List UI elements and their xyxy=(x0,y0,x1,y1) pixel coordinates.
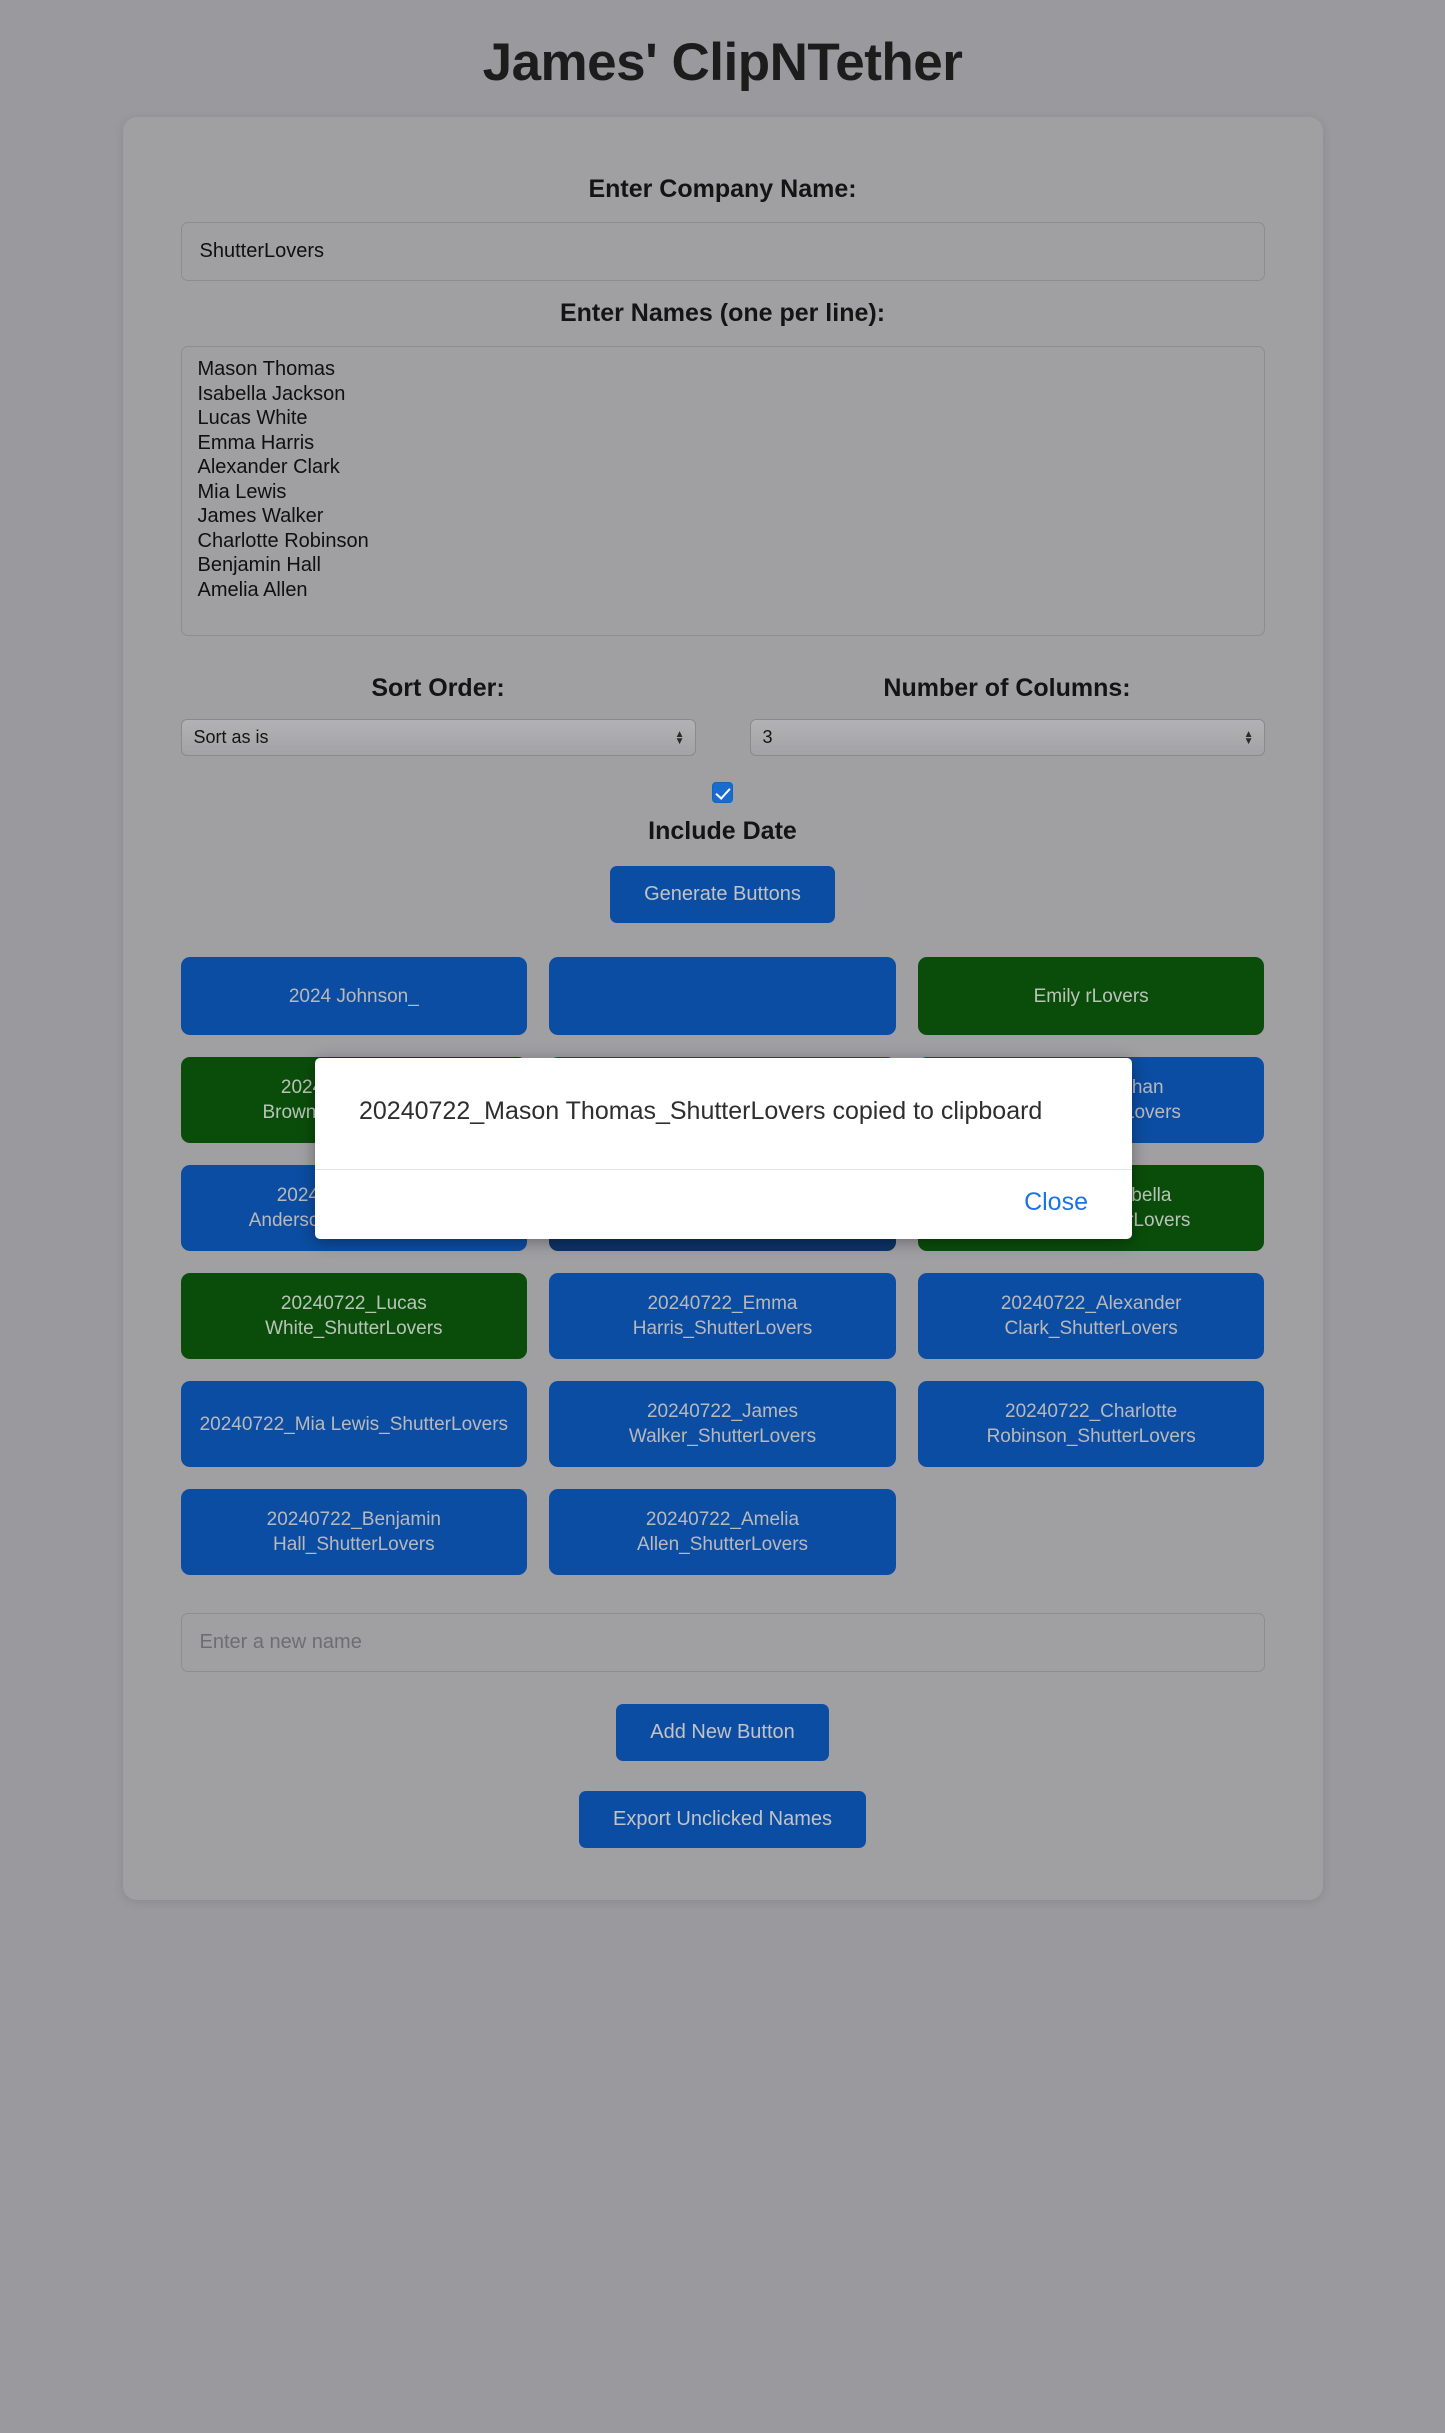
new-name-input[interactable] xyxy=(180,1613,1265,1672)
name-button[interactable] xyxy=(549,957,896,1035)
columns-value: 3 xyxy=(762,727,773,747)
include-date-row xyxy=(181,782,1265,803)
new-name-row xyxy=(180,1613,1265,1672)
sort-order-value: Sort as is xyxy=(193,727,269,747)
generate-row: Generate Buttons xyxy=(181,866,1265,923)
chevron-updown-icon: ▲ ▼ xyxy=(674,728,685,747)
export-unclicked-names-button[interactable]: Export Unclicked Names xyxy=(579,1791,866,1848)
generate-buttons-button[interactable]: Generate Buttons xyxy=(610,866,835,923)
company-name-label: Enter Company Name: xyxy=(588,175,857,203)
company-name-input[interactable] xyxy=(180,222,1265,281)
sort-order-label: Sort Order: xyxy=(371,674,505,702)
name-button[interactable]: Emily rLovers xyxy=(917,957,1265,1035)
names-textarea[interactable]: Mason Thomas Isabella Jackson Lucas Whit… xyxy=(180,346,1265,636)
name-button[interactable]: 2024 Johnson_ xyxy=(180,957,528,1035)
name-button[interactable]: 20240722_Mia Lewis_ShutterLovers xyxy=(180,1381,528,1467)
add-new-button[interactable]: Add New Button xyxy=(616,1704,829,1761)
dialog-message: 20240722_Mason Thomas_ShutterLovers copi… xyxy=(359,1097,1043,1125)
include-date-checkbox[interactable] xyxy=(712,782,733,803)
name-button[interactable]: 20240722_Charlotte Robinson_ShutterLover… xyxy=(917,1381,1265,1467)
copy-confirmation-dialog: 20240722_Mason Thomas_ShutterLovers copi… xyxy=(315,1058,1132,1239)
options-row: Sort Order: Sort as is ▲ ▼ Number of Colu… xyxy=(180,666,1265,756)
name-button[interactable]: 20240722_Amelia Allen_ShutterLovers xyxy=(549,1489,896,1575)
columns-label: Number of Columns: xyxy=(883,674,1131,702)
add-button-row: Add New Button xyxy=(181,1704,1265,1761)
dialog-close-button[interactable]: Close xyxy=(1024,1188,1088,1217)
name-button[interactable]: 20240722_Lucas White_ShutterLovers xyxy=(180,1273,528,1359)
name-button[interactable]: 20240722_Alexander Clark_ShutterLovers xyxy=(917,1273,1265,1359)
dialog-footer: Close xyxy=(315,1169,1132,1239)
name-button[interactable]: 20240722_Benjamin Hall_ShutterLovers xyxy=(180,1489,528,1575)
sort-order-group: Sort Order: Sort as is ▲ ▼ xyxy=(180,666,696,756)
export-button-row: Export Unclicked Names xyxy=(181,1791,1265,1848)
name-button[interactable]: 20240722_James Walker_ShutterLovers xyxy=(549,1381,896,1467)
sort-order-select[interactable]: Sort as is ▲ ▼ xyxy=(180,719,696,756)
columns-group: Number of Columns: 3 ▲ ▼ xyxy=(749,666,1265,756)
names-label: Enter Names (one per line): xyxy=(559,299,886,327)
main-card: Enter Company Name: Enter Names (one per… xyxy=(122,117,1323,1900)
name-button[interactable]: 20240722_Emma Harris_ShutterLovers xyxy=(549,1273,896,1359)
include-date-label: Include Date xyxy=(648,817,797,845)
generated-button-grid: 2024 Johnson_Emily rLovers20240722_Jacob… xyxy=(180,957,1265,1575)
page-title: James' ClipNTether xyxy=(482,33,963,92)
chevron-updown-icon: ▲ ▼ xyxy=(1243,728,1254,747)
columns-select[interactable]: 3 ▲ ▼ xyxy=(749,719,1265,756)
